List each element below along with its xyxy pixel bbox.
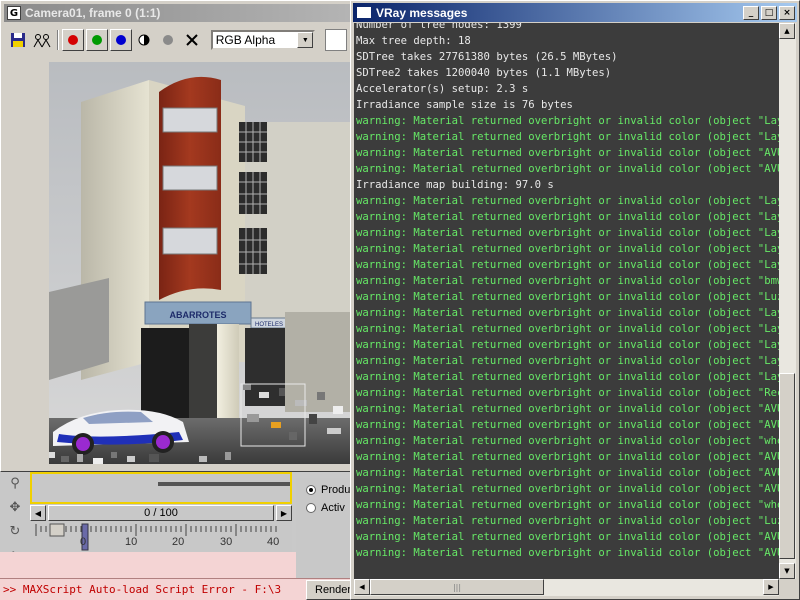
vray-window-titlebar[interactable]: VRay messages _ □ × [353, 3, 797, 22]
close-button[interactable]: × [779, 5, 795, 20]
maximize-button[interactable]: □ [761, 5, 777, 20]
production-label: Produ [321, 484, 351, 496]
rendered-image: ABARROTES HOTELES [49, 62, 351, 464]
warning-line: warning: Material returned overbright or… [356, 451, 779, 463]
clone-icon[interactable] [31, 29, 53, 51]
next-frame-button[interactable]: ▶ [276, 505, 292, 521]
ruler-tick-30: 30 [220, 536, 233, 548]
vertical-scroll-thumb[interactable] [779, 373, 795, 559]
track-bar[interactable] [30, 472, 292, 504]
message-log[interactable]: Number of tree nodes: 1399 Max tree depth… [354, 23, 779, 579]
vray-window-title: VRay messages [376, 5, 468, 20]
warning-line: warning: Material returned overbright or… [356, 467, 779, 479]
scroll-right-icon[interactable]: ▶ [763, 579, 779, 595]
render-frame-margin [7, 62, 49, 464]
warning-line: warning: Material returned overbright or… [356, 339, 779, 351]
save-icon[interactable] [7, 29, 29, 51]
info-line: Irradiance sample size is 76 bytes [356, 99, 573, 111]
warning-line: warning: Material returned overbright or… [356, 275, 779, 287]
time-ruler[interactable]: 0 10 20 30 40 [30, 522, 292, 552]
horizontal-scrollbar[interactable]: ◀ ||| ▶ [354, 579, 779, 596]
warning-line: warning: Material returned overbright or… [356, 323, 779, 335]
hoteles-sign: HOTELES [255, 322, 283, 328]
warning-line: warning: Material returned overbright or… [356, 515, 779, 527]
warning-line: warning: Material returned overbright or… [356, 307, 779, 319]
activeshade-label: Activ [321, 502, 345, 514]
info-line: SDTree takes 27761380 bytes (26.5 MBytes… [356, 51, 618, 63]
frame-indicator[interactable]: 0 / 100 [48, 505, 274, 521]
info-line: Accelerator(s) setup: 2.3 s [356, 83, 529, 95]
pan-icon[interactable]: ✥ [4, 500, 26, 520]
render-button[interactable]: Renderi [306, 580, 356, 600]
warning-line: warning: Material returned overbright or… [356, 147, 779, 159]
render-options-panel: Produ Activ [296, 478, 352, 578]
horizontal-scroll-thumb[interactable]: ||| [370, 579, 544, 595]
chevron-down-icon[interactable]: ▼ [297, 32, 314, 48]
red-channel-icon[interactable] [62, 29, 85, 51]
warning-line: warning: Material returned overbright or… [356, 115, 779, 127]
vertical-scrollbar[interactable]: ▲ ▼ [779, 23, 796, 579]
walk-icon[interactable]: ⚲ [4, 476, 26, 496]
info-line: SDTree2 takes 1200040 bytes (1.1 MBytes) [356, 67, 612, 79]
channel-dropdown[interactable]: RGB Alpha ▼ [210, 30, 316, 50]
orbit-icon[interactable]: ↻ [4, 524, 26, 544]
warning-line: warning: Material returned overbright or… [356, 435, 779, 447]
render-toolbar: RGB Alpha ▼ [7, 26, 348, 54]
error-message: >> MAXScript Auto-load Script Error - F:… [3, 583, 282, 596]
size-grip[interactable] [779, 579, 796, 596]
time-slider[interactable]: ◀ 0 / 100 ▶ [30, 504, 292, 522]
channel-value: RGB Alpha [215, 33, 276, 47]
render-window-titlebar[interactable]: G Camera01, frame 0 (1:1) [4, 4, 350, 22]
production-radio[interactable]: Produ [306, 484, 352, 496]
warning-line: warning: Material returned overbright or… [356, 547, 779, 559]
scroll-up-icon[interactable]: ▲ [779, 23, 795, 39]
warning-line: warning: Material returned overbright or… [356, 483, 779, 495]
warning-line: warning: Material returned overbright or… [356, 499, 779, 511]
warning-line: warning: Material returned overbright or… [356, 131, 779, 143]
warning-line: warning: Material returned overbright or… [356, 419, 779, 431]
warning-line: warning: Material returned overbright or… [356, 243, 779, 255]
window-icon [357, 7, 371, 18]
key-filter-icon [49, 523, 65, 537]
scroll-down-icon[interactable]: ▼ [779, 563, 795, 579]
warning-line: warning: Material returned overbright or… [356, 387, 779, 399]
mono-icon[interactable] [134, 29, 156, 51]
clear-icon[interactable] [181, 29, 203, 51]
color-swatch[interactable] [325, 29, 348, 51]
green-channel-icon[interactable] [86, 29, 108, 51]
ruler-tick-0: 0 [80, 536, 87, 548]
maxscript-listener[interactable]: >> MAXScript Auto-load Script Error - F:… [0, 578, 352, 600]
minimize-button[interactable]: _ [743, 5, 759, 20]
activeshade-radio[interactable]: Activ [306, 502, 352, 514]
abarrotes-sign: ABARROTES [169, 310, 226, 320]
warning-line: warning: Material returned overbright or… [356, 403, 779, 415]
ruler-tick-40: 40 [267, 536, 280, 548]
alpha-icon[interactable] [157, 29, 179, 51]
vray-messages-window: VRay messages _ □ × Number of tree nodes… [350, 0, 800, 600]
render-window-title: Camera01, frame 0 (1:1) [25, 6, 161, 20]
warning-line: warning: Material returned overbright or… [356, 371, 779, 383]
scroll-left-icon[interactable]: ◀ [354, 579, 370, 595]
warning-line: warning: Material returned overbright or… [356, 531, 779, 543]
prev-frame-button[interactable]: ◀ [30, 505, 46, 521]
blue-channel-icon[interactable] [109, 29, 132, 51]
max-app-icon: G [7, 6, 21, 20]
ruler-tick-20: 20 [172, 536, 185, 548]
warning-line: warning: Material returned overbright or… [356, 291, 779, 303]
warning-line: warning: Material returned overbright or… [356, 259, 779, 271]
listener-strip [0, 552, 300, 578]
warning-line: warning: Material returned overbright or… [356, 227, 779, 239]
warning-line: warning: Material returned overbright or… [356, 163, 779, 175]
warning-line: warning: Material returned overbright or… [356, 195, 779, 207]
warning-line: warning: Material returned overbright or… [356, 211, 779, 223]
info-line: Max tree depth: 18 [356, 35, 471, 47]
render-frame-window: G Camera01, frame 0 (1:1) RGB Alpha ▼ AB… [0, 0, 352, 472]
warning-line: warning: Material returned overbright or… [356, 355, 779, 367]
info-line: Irradiance map building: 97.0 s [356, 179, 554, 191]
info-line: Number of tree nodes: 1399 [356, 23, 522, 31]
ruler-tick-10: 10 [125, 536, 138, 548]
